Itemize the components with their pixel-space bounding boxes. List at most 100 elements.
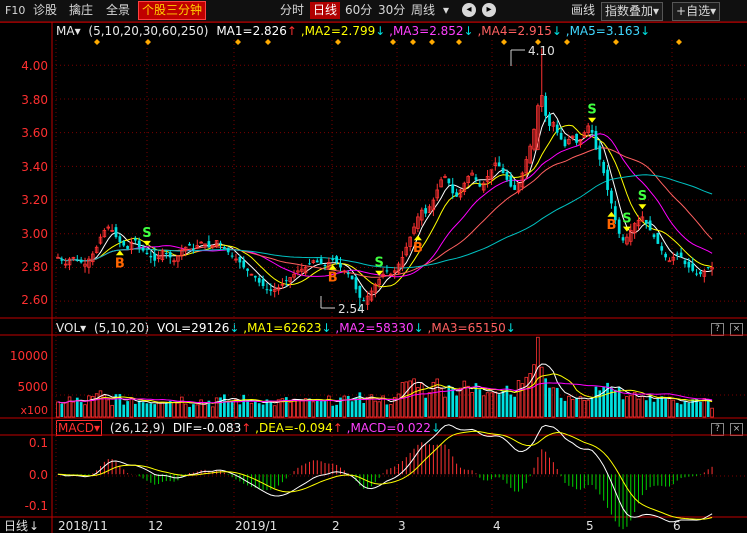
sell-signal: S	[638, 189, 647, 204]
candle-body	[691, 263, 695, 271]
volume-bar	[137, 400, 141, 417]
candle-body	[652, 234, 656, 238]
candle-body	[192, 248, 195, 250]
volume-bar	[79, 402, 83, 417]
macd-lines	[57, 424, 713, 523]
event-marker-icon	[429, 39, 435, 45]
volume-bar	[594, 386, 598, 417]
volume-bar	[261, 404, 265, 417]
volume-bar	[447, 385, 451, 417]
vol-tick: 5000	[17, 380, 48, 394]
candle-body	[675, 253, 679, 255]
volume-bar	[60, 403, 64, 417]
volume-bar	[354, 397, 358, 417]
volume-bar	[420, 383, 424, 418]
event-marker-icon	[456, 39, 462, 45]
candle-body	[269, 289, 273, 292]
volume-bar	[249, 402, 254, 418]
volume-bar	[300, 399, 304, 418]
price-tick: 3.00	[21, 227, 48, 241]
volume-bar	[272, 405, 277, 418]
kline-chart[interactable]: 4.00 3.80 3.60 3.40 3.20 3.00 2.80 2.60 …	[0, 0, 747, 533]
volume-bar	[679, 404, 683, 417]
candle-body	[602, 161, 606, 174]
event-marker-icon	[501, 39, 507, 45]
candle-body	[644, 219, 648, 224]
date-label: 3	[398, 519, 406, 533]
period-label: 日线	[4, 519, 28, 533]
volume-bar	[493, 391, 498, 418]
candle-body	[226, 247, 230, 253]
candle-body	[133, 238, 137, 241]
volume-bar	[567, 395, 571, 418]
volume-bar	[648, 394, 652, 417]
candle-body	[501, 167, 505, 174]
volume-bar	[292, 398, 296, 418]
volume-bar	[242, 394, 246, 417]
volume-bar	[431, 381, 436, 418]
volume-bar	[257, 403, 261, 417]
candle-body	[164, 253, 168, 255]
price-tick: 4.00	[21, 59, 48, 73]
high-price-label: 4.10	[528, 44, 555, 58]
candle-body	[687, 261, 691, 268]
volume-bar	[548, 387, 551, 417]
candle-body	[385, 270, 389, 272]
price-tick: 2.60	[21, 293, 48, 307]
candle-body	[606, 169, 609, 190]
low-price-label: 2.54	[338, 302, 365, 316]
volume-bar	[230, 400, 234, 417]
volume-bar	[443, 396, 447, 418]
volume-bar	[145, 403, 149, 417]
candle-body	[447, 178, 451, 184]
candle-body	[346, 272, 350, 275]
volume-bar	[246, 400, 249, 417]
volume-bar	[396, 393, 401, 418]
ma10-line	[57, 124, 713, 288]
date-label: 5	[586, 519, 594, 533]
candle-body	[610, 190, 613, 204]
volume-bar	[485, 392, 490, 418]
candle-body	[149, 255, 153, 258]
volume-bar	[632, 392, 637, 418]
volume-bar	[358, 392, 362, 417]
candle-body	[60, 259, 64, 261]
volume-bar	[126, 401, 129, 417]
macd-tick: 0.0	[29, 468, 48, 482]
volume-bar	[524, 376, 529, 418]
candle-body	[598, 145, 602, 160]
volume-bar	[141, 402, 145, 417]
volume-bar	[296, 399, 300, 418]
candle-body	[424, 208, 427, 214]
volume-bar	[311, 401, 316, 418]
candle-body	[706, 267, 710, 269]
volume-bar	[656, 398, 660, 417]
event-marker-icon	[613, 39, 619, 45]
volume-bar	[83, 404, 87, 418]
candle-body	[497, 162, 501, 167]
volume-bar	[590, 396, 594, 417]
candle-body	[617, 219, 621, 234]
vol-tick: 10000	[10, 349, 48, 363]
volume-bar	[223, 394, 226, 417]
volume-bar	[687, 402, 691, 417]
date-label: 2	[332, 519, 340, 533]
dif-line	[57, 424, 713, 523]
price-tick: 3.60	[21, 126, 48, 140]
volume-bar	[346, 395, 350, 417]
candle-body	[145, 252, 149, 254]
volume-bar	[516, 380, 521, 418]
price-tick: 2.80	[21, 260, 48, 274]
candle-body	[509, 176, 513, 187]
candle-body	[75, 259, 79, 261]
macd-histogram	[61, 442, 713, 530]
volume-bar	[71, 401, 76, 418]
candle-body	[354, 277, 358, 290]
candle-body	[478, 184, 482, 187]
volume-bar	[373, 400, 378, 418]
buy-signal: B	[115, 256, 125, 271]
volume-bar	[509, 394, 513, 417]
volume-bar	[404, 381, 409, 418]
candle-body	[246, 268, 249, 271]
candle-body	[683, 260, 687, 265]
